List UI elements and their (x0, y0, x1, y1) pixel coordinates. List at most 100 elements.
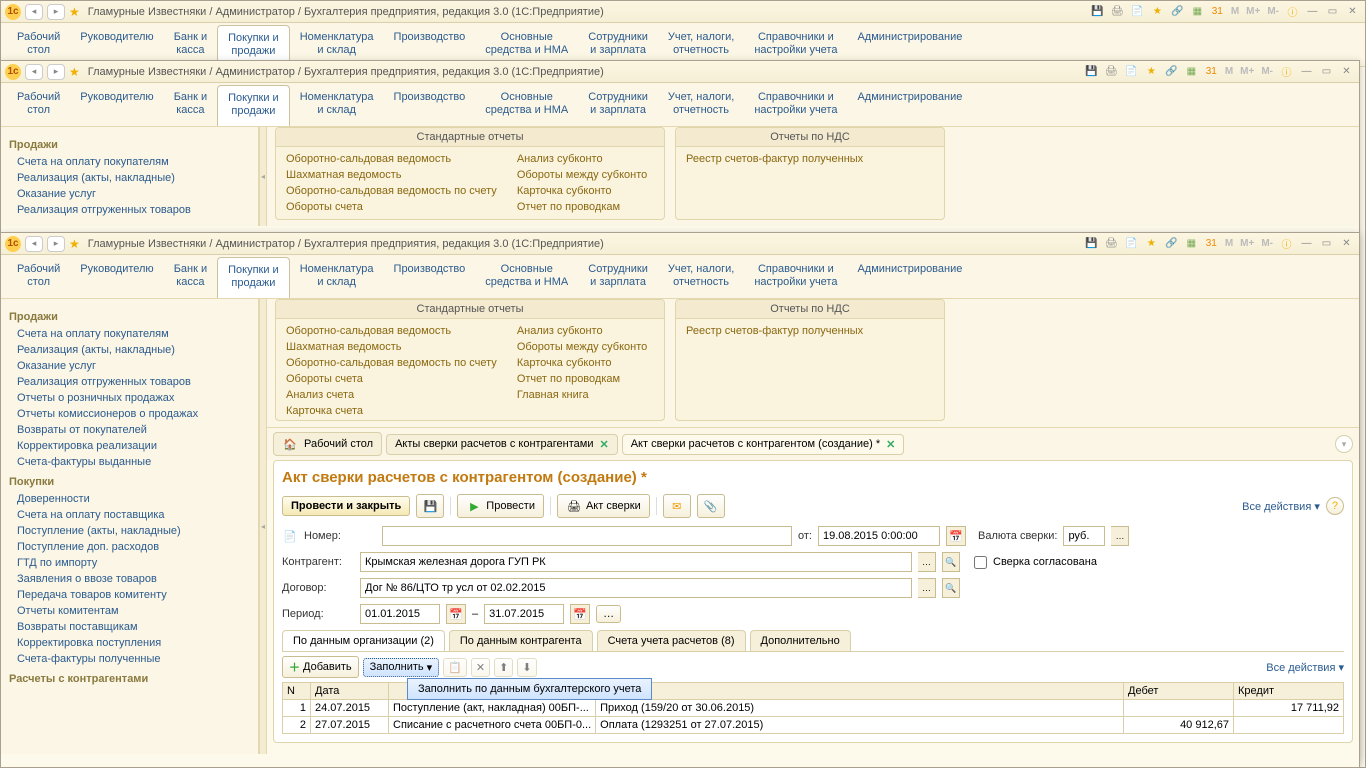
fill-menu-item[interactable]: Заполнить по данным бухгалтерского учета (407, 678, 652, 700)
menu-item[interactable]: Рабочийстол (7, 257, 70, 298)
menu-item[interactable]: Производство (384, 85, 476, 126)
calc-icon[interactable]: ▦ (1189, 4, 1206, 19)
m-minus-btn[interactable]: M- (1265, 6, 1281, 17)
menu-item[interactable]: Основныесредства и НМА (475, 257, 578, 298)
link-icon[interactable]: 🔗 (1163, 64, 1180, 79)
calc-icon[interactable]: ▦ (1183, 236, 1200, 251)
table-row[interactable]: 124.07.2015Поступление (акт, накладная) … (283, 700, 1344, 717)
splitter[interactable] (259, 299, 267, 754)
col-date[interactable]: Дата (311, 683, 389, 700)
print-icon[interactable]: 🖨 (1109, 4, 1126, 19)
m-plus-btn[interactable]: M+ (1238, 66, 1256, 77)
contract-input[interactable] (360, 578, 912, 598)
m-plus-btn[interactable]: M+ (1244, 6, 1262, 17)
nav-link[interactable]: Обороты между субконто (517, 167, 647, 183)
calc-icon[interactable]: ▦ (1183, 64, 1200, 79)
nav-link[interactable]: Отчеты комиссионеров о продажах (9, 406, 250, 422)
star2-icon[interactable]: ★ (1149, 4, 1166, 19)
info-icon[interactable]: ⓘ (1278, 64, 1295, 79)
nav-link[interactable]: Возвраты поставщикам (9, 619, 250, 635)
m-plus-btn[interactable]: M+ (1238, 238, 1256, 249)
calendar-icon[interactable]: 31 (1203, 64, 1220, 79)
period-more-button[interactable]: … (596, 605, 621, 623)
nav-link[interactable]: Карточка счета (286, 403, 497, 419)
nav-link[interactable]: Анализ счета (286, 387, 497, 403)
close-icon[interactable]: ✕ (1338, 236, 1355, 251)
act-report-button[interactable]: 🖨Акт сверки (557, 494, 650, 518)
agreed-checkbox[interactable] (974, 556, 987, 569)
nav-link[interactable]: Счета на оплату поставщика (9, 507, 250, 523)
nav-link[interactable]: Поступление доп. расходов (9, 539, 250, 555)
close-icon[interactable]: ✕ (1344, 4, 1361, 19)
table-row[interactable]: 227.07.2015Списание с расчетного счета 0… (283, 717, 1344, 734)
col-n[interactable]: N (283, 683, 311, 700)
menu-item[interactable]: Номенклатураи склад (290, 85, 384, 126)
m-minus-btn[interactable]: M- (1259, 238, 1275, 249)
post-button[interactable]: ▶Провести (457, 494, 544, 518)
nav-link[interactable]: Шахматная ведомость (286, 167, 497, 183)
nav-back-icon[interactable]: ◂ (25, 236, 43, 252)
info-icon[interactable]: ⓘ (1284, 4, 1301, 19)
menu-item[interactable]: Банк икасса (164, 85, 217, 126)
nav-link[interactable]: Шахматная ведомость (286, 339, 497, 355)
move-up-button[interactable]: ⬆ (494, 658, 513, 677)
nav-link[interactable]: Счета-фактуры полученные (9, 651, 250, 667)
menu-item[interactable]: Производство (384, 257, 476, 298)
nav-link[interactable]: Передача товаров комитенту (9, 587, 250, 603)
menu-item[interactable]: Банк икасса (164, 257, 217, 298)
nav-link[interactable]: Анализ субконто (517, 323, 647, 339)
menu-item[interactable]: Учет, налоги,отчетность (658, 85, 744, 126)
link-icon[interactable]: 🔗 (1163, 236, 1180, 251)
copy-icon[interactable]: 📄 (1123, 64, 1140, 79)
m-btn[interactable]: M (1223, 238, 1235, 249)
menu-item[interactable]: Руководителю (70, 85, 163, 126)
nav-fwd-icon[interactable]: ▸ (47, 4, 65, 20)
save-button[interactable]: 💾 (416, 494, 444, 518)
max-icon[interactable]: ▭ (1318, 236, 1335, 251)
tab-desktop[interactable]: 🏠 Рабочий стол (273, 432, 382, 456)
menu-item[interactable]: Справочники инастройки учета (744, 257, 847, 298)
menu-item[interactable]: Руководителю (70, 257, 163, 298)
splitter[interactable] (259, 127, 267, 226)
menu-item[interactable]: Администрирование (847, 257, 972, 298)
m-btn[interactable]: M (1229, 6, 1241, 17)
nav-link[interactable]: Главная книга (517, 387, 647, 403)
link-icon[interactable]: 🔗 (1169, 4, 1186, 19)
post-and-close-button[interactable]: Провести и закрыть (282, 496, 410, 516)
nav-link[interactable]: Реализация отгруженных товаров (9, 202, 250, 218)
nav-link[interactable]: Поступление (акты, накладные) (9, 523, 250, 539)
calendar-button[interactable]: 📅 (946, 526, 966, 546)
copy-icon[interactable]: 📄 (1129, 4, 1146, 19)
currency-more-button[interactable]: … (1111, 526, 1129, 546)
menu-item[interactable]: Покупки ипродажи (217, 85, 290, 126)
close-tab-icon[interactable]: ✕ (600, 438, 609, 451)
dtab-org-data[interactable]: По данным организации (2) (282, 630, 445, 651)
nav-link[interactable]: Анализ субконто (517, 151, 647, 167)
favorite-icon[interactable]: ★ (69, 65, 80, 79)
all-actions-link[interactable]: Все действия ▾ (1242, 500, 1320, 513)
mail-button[interactable]: ✉ (663, 494, 691, 518)
menu-item[interactable]: Сотрудникии зарплата (578, 257, 658, 298)
save-icon[interactable]: 💾 (1089, 4, 1106, 19)
nav-link[interactable]: Отчет по проводкам (517, 199, 647, 215)
min-icon[interactable]: — (1298, 236, 1315, 251)
max-icon[interactable]: ▭ (1324, 4, 1341, 19)
favorite-icon[interactable]: ★ (69, 237, 80, 251)
nav-link[interactable]: Оборотно-сальдовая ведомость (286, 323, 497, 339)
counterparty-input[interactable] (360, 552, 912, 572)
move-down-button[interactable]: ⬇ (517, 658, 536, 677)
nav-link[interactable]: Доверенности (9, 491, 250, 507)
nav-link[interactable]: Обороты счета (286, 199, 497, 215)
help-button[interactable]: ? (1326, 497, 1344, 515)
close-icon[interactable]: ✕ (1338, 64, 1355, 79)
menu-item[interactable]: Покупки ипродажи (217, 257, 290, 298)
nav-link[interactable]: Отчеты комитентам (9, 603, 250, 619)
nav-link[interactable]: Счета на оплату покупателям (9, 326, 250, 342)
nav-link[interactable]: Корректировка реализации (9, 438, 250, 454)
nav-fwd-icon[interactable]: ▸ (47, 236, 65, 252)
contract-more-button[interactable]: … (918, 578, 936, 598)
nav-link[interactable]: Оборотно-сальдовая ведомость по счету (286, 183, 497, 199)
col-debit[interactable]: Дебет (1124, 683, 1234, 700)
menu-item[interactable]: Справочники инастройки учета (744, 85, 847, 126)
currency-input[interactable] (1063, 526, 1105, 546)
